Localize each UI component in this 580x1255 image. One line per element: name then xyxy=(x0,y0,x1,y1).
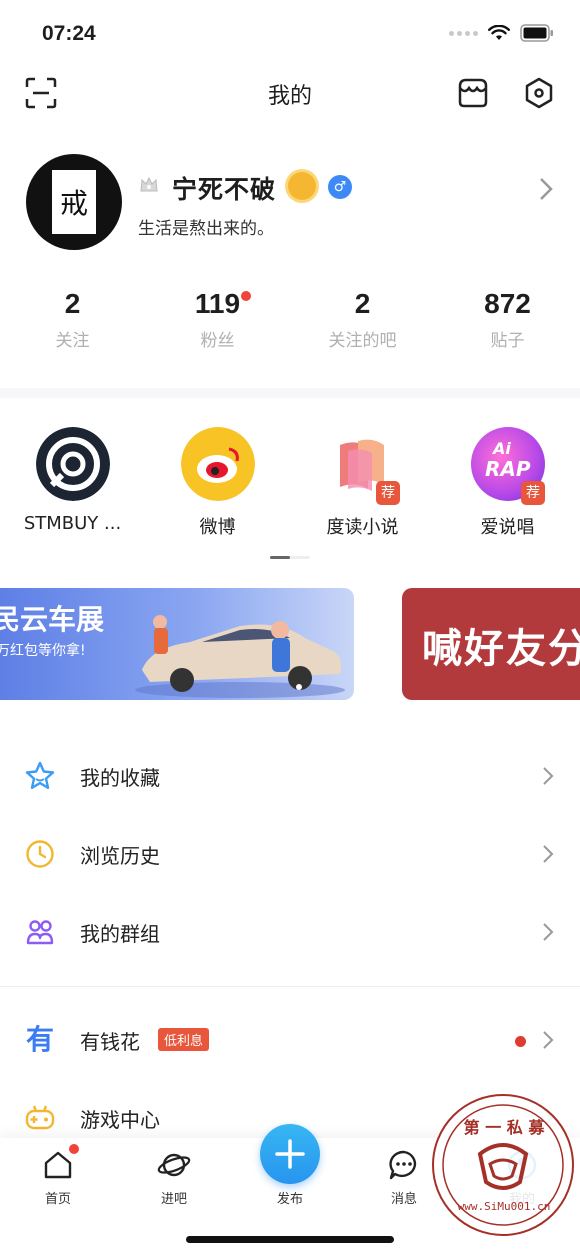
settings-icon[interactable] xyxy=(522,76,556,110)
avatar[interactable]: 戒 xyxy=(26,154,122,250)
section-divider xyxy=(0,986,580,987)
tab-home[interactable]: 首页 xyxy=(8,1144,108,1207)
notification-dot xyxy=(69,1144,79,1154)
low-interest-tag: 低利息 xyxy=(158,1028,210,1051)
menu-label: 有钱花 xyxy=(80,1030,140,1054)
weibo-icon xyxy=(181,427,255,501)
chevron-right-icon xyxy=(543,845,554,863)
app-dudu-novel[interactable]: 荐 度读小说 xyxy=(290,425,435,545)
banner-title: 喊好友分 xyxy=(422,626,580,672)
youqianhua-icon: 有 xyxy=(25,1023,54,1056)
crown-icon xyxy=(140,176,158,192)
stat-label: 贴子 xyxy=(490,331,525,351)
app-label: 微博 xyxy=(199,517,236,538)
stat-posts[interactable]: 872 贴子 xyxy=(435,288,580,368)
stat-value: 119 xyxy=(194,288,241,319)
menu-youqianhua[interactable]: 有 有钱花 低利息 xyxy=(0,1002,580,1080)
banner-subtitle: 万红包等你拿! xyxy=(0,643,86,659)
page-indicator xyxy=(270,556,310,559)
group-icon xyxy=(26,920,54,945)
gamepad-icon xyxy=(25,1105,55,1130)
watermark-url-text: www.SiMu001.cn xyxy=(457,1200,551,1213)
chevron-right-icon[interactable] xyxy=(538,176,554,202)
stat-value: 2 xyxy=(64,288,81,319)
ai-rap-icon: Ai RAP 荐 xyxy=(471,427,545,505)
recommend-badge: 荐 xyxy=(521,481,545,505)
username: 宁死不破 xyxy=(172,175,277,204)
app-weibo[interactable]: 微博 xyxy=(145,425,290,545)
home-icon xyxy=(41,1144,79,1182)
app-shortcuts: STMBUY ... 微博 荐 度读小说 Ai RAP 荐 爱说唱 xyxy=(0,425,580,545)
publish-button[interactable] xyxy=(260,1124,320,1184)
stat-following[interactable]: 2 关注 xyxy=(0,288,145,368)
status-time: 07:24 xyxy=(42,22,96,45)
menu-groups[interactable]: 我的群组 xyxy=(0,894,580,972)
nav-bar: 我的 xyxy=(0,66,580,122)
stat-value: 872 xyxy=(484,288,531,319)
app-label: 爱说唱 xyxy=(480,517,535,538)
stat-followed-bars[interactable]: 2 关注的吧 xyxy=(290,288,435,368)
planet-icon xyxy=(157,1148,191,1182)
page-title: 我的 xyxy=(267,84,312,109)
watermark-stamp: 第 一 私 募 www.SiMu001.cn xyxy=(432,1094,574,1236)
menu-history[interactable]: 浏览历史 xyxy=(0,816,580,894)
car-illustration xyxy=(135,615,345,698)
sun-emoji-icon xyxy=(288,172,316,200)
menu-favorites[interactable]: 我的收藏 xyxy=(0,738,580,816)
banner-car-show[interactable]: 民云车展 万红包等你拿! xyxy=(0,588,354,700)
chevron-right-icon xyxy=(543,923,554,941)
home-indicator xyxy=(186,1236,394,1243)
menu-label: 游戏中心 xyxy=(80,1108,160,1132)
tab-label: 首页 xyxy=(44,1192,71,1207)
section-divider xyxy=(0,388,580,398)
signal-icon xyxy=(449,30,478,36)
stat-label: 关注 xyxy=(55,331,90,351)
clock-icon xyxy=(26,840,54,868)
status-bar: 07:24 xyxy=(0,0,580,66)
plus-icon xyxy=(275,1139,305,1169)
message-icon xyxy=(387,1148,421,1182)
stats-row: 2 关注 119 粉丝 2 关注的吧 872 贴子 xyxy=(0,288,580,368)
wifi-icon xyxy=(488,25,510,40)
chevron-right-icon xyxy=(543,1031,554,1049)
banner-invite-friends[interactable]: 喊好友分 xyxy=(402,588,580,700)
tab-bars[interactable]: 进吧 xyxy=(124,1148,224,1207)
banner-page-dot xyxy=(296,684,302,690)
user-bio: 生活是熬出来的。 xyxy=(138,219,274,239)
menu-label: 我的收藏 xyxy=(80,766,160,790)
recommend-badge: 荐 xyxy=(376,481,400,505)
shop-icon[interactable] xyxy=(456,76,490,110)
chevron-right-icon xyxy=(543,767,554,785)
app-label: 度读小说 xyxy=(326,517,399,538)
banner-title: 民云车展 xyxy=(0,603,105,636)
app-ai-rap[interactable]: Ai RAP 荐 爱说唱 xyxy=(435,425,580,545)
avatar-image: 戒 xyxy=(52,170,96,234)
watermark-top-text: 第 一 私 募 xyxy=(463,1118,545,1137)
notification-dot xyxy=(515,1036,526,1047)
stat-fans[interactable]: 119 粉丝 xyxy=(145,288,290,368)
tab-label: 进吧 xyxy=(160,1192,187,1207)
tab-label: 发布 xyxy=(276,1192,303,1207)
stmbuy-icon xyxy=(36,427,110,501)
stat-label: 粉丝 xyxy=(200,331,235,351)
ai-rap-icon-text: RAP xyxy=(485,457,531,481)
male-gender-icon: ♂ xyxy=(328,175,352,199)
menu-label: 浏览历史 xyxy=(80,844,160,868)
profile-header[interactable]: 戒 宁死不破 ♂ 生活是熬出来的。 xyxy=(0,150,580,260)
ai-rap-icon-text: Ai xyxy=(493,439,511,458)
notification-dot xyxy=(241,291,251,301)
dudu-novel-icon: 荐 xyxy=(326,427,400,505)
battery-icon xyxy=(520,24,553,42)
menu-label: 我的群组 xyxy=(80,922,160,946)
app-stmbuy[interactable]: STMBUY ... xyxy=(0,425,145,545)
stat-value: 2 xyxy=(354,288,371,319)
status-icons xyxy=(449,24,554,42)
app-label: STMBUY ... xyxy=(23,513,122,534)
stat-label: 关注的吧 xyxy=(328,331,397,351)
star-icon xyxy=(25,761,55,789)
